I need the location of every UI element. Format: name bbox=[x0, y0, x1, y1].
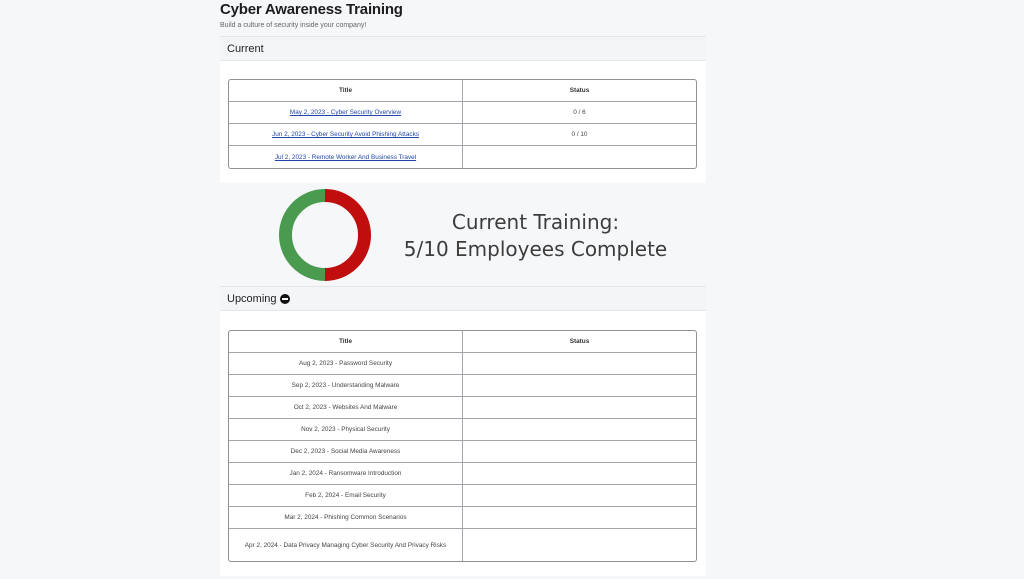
table-row: Nov 2, 2023 - Physical Security bbox=[229, 419, 696, 441]
training-title-cell: Feb 2, 2024 - Email Security bbox=[229, 485, 463, 507]
training-title-cell: Dec 2, 2023 - Social Media Awareness bbox=[229, 441, 463, 463]
training-link[interactable]: Jul 2, 2023 - Remote Worker And Business… bbox=[275, 154, 416, 161]
table-row: Feb 2, 2024 - Email Security bbox=[229, 485, 696, 507]
donut-segment-incomplete bbox=[324, 189, 371, 281]
table-row: Dec 2, 2023 - Social Media Awareness bbox=[229, 441, 696, 463]
training-status-cell bbox=[463, 441, 696, 463]
page-subtitle: Build a culture of security inside your … bbox=[220, 22, 367, 29]
upcoming-table-card: Title Status Aug 2, 2023 - Password Secu… bbox=[220, 311, 706, 576]
training-status-cell: 0 / 6 bbox=[463, 102, 696, 124]
training-title-cell: Jan 2, 2024 - Ransomware Introduction bbox=[229, 463, 463, 485]
column-header-status: Status bbox=[463, 80, 696, 102]
table-row: Mar 2, 2024 - Phishing Common Scenarios bbox=[229, 507, 696, 529]
upcoming-section-title: Upcoming bbox=[227, 292, 277, 305]
training-status-cell: 0 / 10 bbox=[463, 124, 696, 146]
donut-segment-complete bbox=[279, 189, 326, 281]
training-title-cell: Aug 2, 2023 - Password Security bbox=[229, 353, 463, 375]
table-header-row: Title Status bbox=[229, 80, 696, 102]
training-page: Cyber Awareness Training Build a culture… bbox=[220, 0, 706, 576]
table-row: Aug 2, 2023 - Password Security bbox=[229, 353, 696, 375]
training-progress-band: Current Training: 5/10 Employees Complet… bbox=[220, 183, 706, 286]
column-header-title: Title bbox=[229, 80, 463, 102]
training-status-cell bbox=[463, 485, 696, 507]
training-status-cell bbox=[463, 507, 696, 529]
completion-donut-chart bbox=[279, 189, 371, 281]
minus-circle-icon[interactable] bbox=[279, 293, 290, 304]
training-status-cell bbox=[463, 353, 696, 375]
training-status-cell bbox=[463, 463, 696, 485]
training-link[interactable]: May 2, 2023 - Cyber Security Overview bbox=[290, 109, 401, 116]
training-title-cell: Jul 2, 2023 - Remote Worker And Business… bbox=[229, 146, 463, 168]
training-link[interactable]: Jun 2, 2023 - Cyber Security Avoid Phish… bbox=[272, 131, 419, 138]
progress-count: 5/10 Employees Complete bbox=[403, 237, 668, 261]
training-status-cell bbox=[463, 146, 696, 168]
upcoming-trainings-table: Title Status Aug 2, 2023 - Password Secu… bbox=[228, 330, 697, 562]
training-title-cell: Nov 2, 2023 - Physical Security bbox=[229, 419, 463, 441]
training-status-cell bbox=[463, 375, 696, 397]
training-title-cell: Mar 2, 2024 - Phishing Common Scenarios bbox=[229, 507, 463, 529]
progress-summary: Current Training: 5/10 Employees Complet… bbox=[398, 209, 673, 263]
training-status-cell bbox=[463, 529, 696, 561]
table-header-row: Title Status bbox=[229, 331, 696, 353]
current-trainings-table: Title Status May 2, 2023 - Cyber Securit… bbox=[228, 79, 697, 169]
current-section-title: Current bbox=[227, 42, 264, 55]
training-title-cell: May 2, 2023 - Cyber Security Overview bbox=[229, 102, 463, 124]
current-section-header: Current bbox=[220, 36, 706, 61]
table-row: May 2, 2023 - Cyber Security Overview 0 … bbox=[229, 102, 696, 124]
training-status-cell bbox=[463, 397, 696, 419]
page-title: Cyber Awareness Training bbox=[220, 1, 403, 18]
column-header-status: Status bbox=[463, 331, 696, 353]
table-row: Sep 2, 2023 - Understanding Malware bbox=[229, 375, 696, 397]
training-title-cell: Jun 2, 2023 - Cyber Security Avoid Phish… bbox=[229, 124, 463, 146]
training-status-cell bbox=[463, 419, 696, 441]
training-title-cell: Oct 2, 2023 - Websites And Malware bbox=[229, 397, 463, 419]
table-row: Jul 2, 2023 - Remote Worker And Business… bbox=[229, 146, 696, 168]
current-table-card: Title Status May 2, 2023 - Cyber Securit… bbox=[220, 61, 706, 183]
table-row: Apr 2, 2024 - Data Privacy Managing Cybe… bbox=[229, 529, 696, 561]
column-header-title: Title bbox=[229, 331, 463, 353]
table-row: Jun 2, 2023 - Cyber Security Avoid Phish… bbox=[229, 124, 696, 146]
training-title-cell: Apr 2, 2024 - Data Privacy Managing Cybe… bbox=[229, 529, 463, 561]
training-title-cell: Sep 2, 2023 - Understanding Malware bbox=[229, 375, 463, 397]
table-row: Oct 2, 2023 - Websites And Malware bbox=[229, 397, 696, 419]
upcoming-section-header[interactable]: Upcoming bbox=[220, 286, 706, 311]
progress-heading: Current Training: bbox=[451, 210, 620, 234]
table-row: Jan 2, 2024 - Ransomware Introduction bbox=[229, 463, 696, 485]
